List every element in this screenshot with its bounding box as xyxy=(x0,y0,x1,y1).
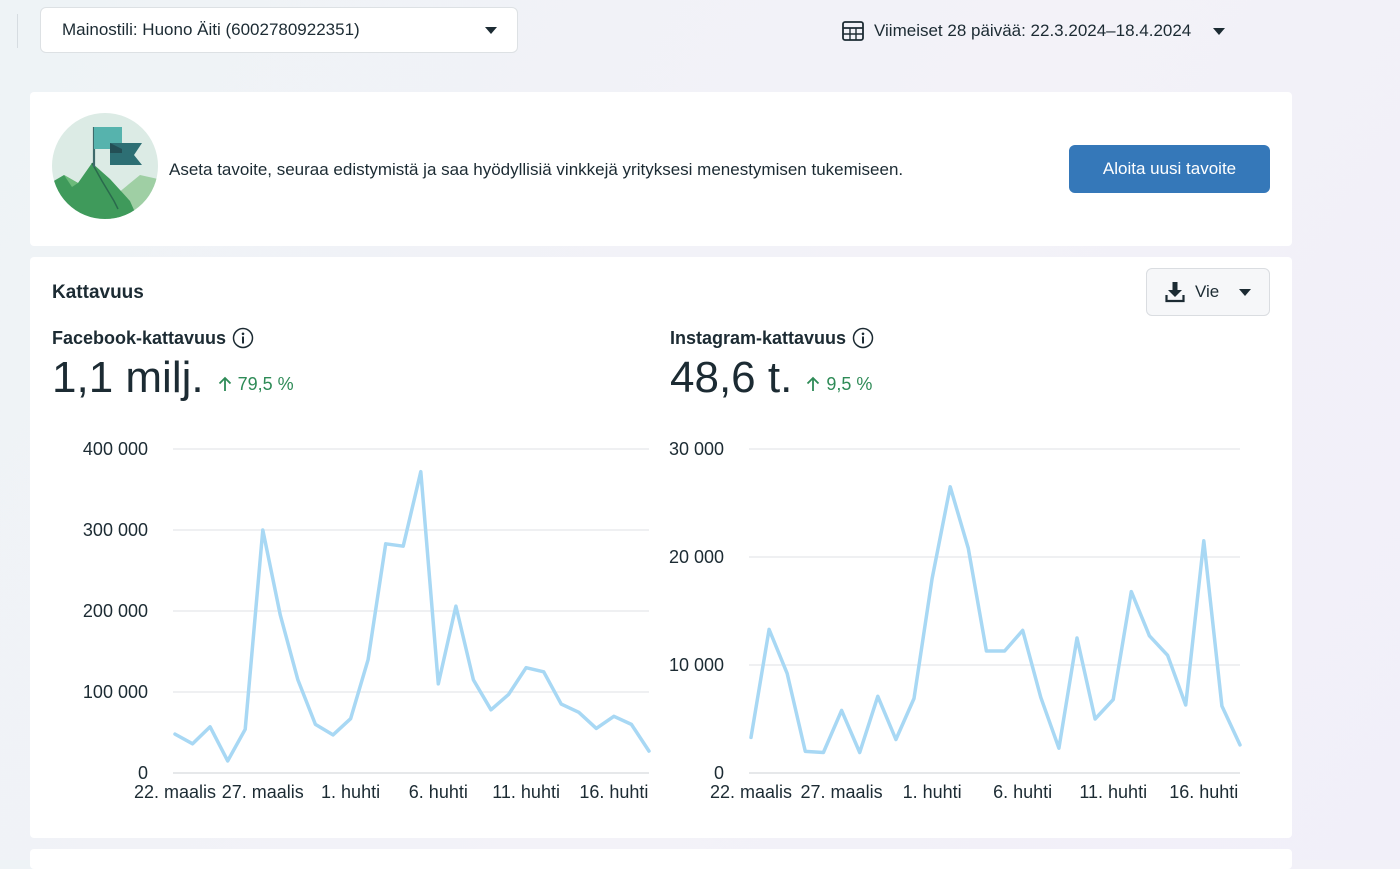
instagram-chart-data-point[interactable] xyxy=(928,575,936,583)
instagram-chart-data-point[interactable] xyxy=(874,692,882,700)
instagram-chart-data-point[interactable] xyxy=(982,647,990,655)
instagram-chart-y-tick-label: 30 000 xyxy=(669,439,724,459)
instagram-chart-x-tick-label: 6. huhti xyxy=(993,782,1052,802)
mountain-flag-illustration xyxy=(52,113,158,219)
instagram-chart-data-point[interactable] xyxy=(1073,634,1081,642)
instagram-chart-data-point[interactable] xyxy=(819,748,827,756)
calendar-icon xyxy=(842,21,864,41)
instagram-chart-data-point[interactable] xyxy=(910,694,918,702)
date-range-picker[interactable]: Viimeiset 28 päivää: 22.3.2024–18.4.2024 xyxy=(842,14,1226,48)
instagram-chart-data-point[interactable] xyxy=(1182,701,1190,709)
instagram-reach-chart: 0 10 000 20 000 30 000 22. maalis 27. maalis 1… xyxy=(669,439,1244,802)
instagram-chart-data-point[interactable] xyxy=(765,625,773,633)
instagram-chart-data-point[interactable] xyxy=(1109,696,1117,704)
instagram-chart-data-point[interactable] xyxy=(1218,702,1226,710)
instagram-chart-data-point[interactable] xyxy=(1145,632,1153,640)
caret-down-icon xyxy=(1213,27,1226,35)
date-range-label: Viimeiset 28 päivää: 22.3.2024–18.4.2024 xyxy=(874,21,1192,40)
instagram-chart-data-point[interactable] xyxy=(892,736,900,744)
instagram-chart-data-point[interactable] xyxy=(1091,715,1099,723)
start-new-goal-button[interactable]: Aloita uusi tavoite xyxy=(1069,145,1270,193)
caret-down-icon xyxy=(485,26,497,34)
ad-account-label: Mainostili: Huono Äiti (6002780922351) xyxy=(62,20,360,39)
instagram-chart-data-point[interactable] xyxy=(747,733,755,741)
instagram-chart-x-tick-label: 11. huhti xyxy=(1079,782,1147,802)
instagram-chart-data-point[interactable] xyxy=(1200,537,1208,545)
instagram-chart-data-point[interactable] xyxy=(946,483,954,491)
instagram-chart-x-tick-label: 1. huhti xyxy=(903,782,962,802)
instagram-chart-data-point[interactable] xyxy=(1236,741,1244,749)
instagram-chart-data-point[interactable] xyxy=(801,747,809,755)
instagram-chart-x-tick-label: 22. maalis xyxy=(710,782,792,802)
instagram-chart-x-tick-label: 16. huhti xyxy=(1169,782,1238,802)
instagram-chart-data-point[interactable] xyxy=(838,706,846,714)
instagram-chart-x-tick-label: 27. maalis xyxy=(801,782,883,802)
toolbar-divider xyxy=(17,14,18,48)
goal-banner-card: Aseta tavoite, seuraa edistymistä ja saa… xyxy=(30,92,1292,246)
instagram-chart-data-point[interactable] xyxy=(1001,647,1009,655)
next-card xyxy=(30,849,1292,869)
instagram-chart-data-point[interactable] xyxy=(1055,744,1063,752)
instagram-chart-data-point[interactable] xyxy=(964,544,972,552)
instagram-chart-y-tick-label: 0 xyxy=(714,763,724,783)
reach-card: Kattavuus Vie Facebook-kattavuus 1,1 mil… xyxy=(30,257,1292,838)
goal-banner-text: Aseta tavoite, seuraa edistymistä ja saa… xyxy=(169,160,904,179)
instagram-chart-data-point[interactable] xyxy=(1037,693,1045,701)
instagram-chart-data-point[interactable] xyxy=(1127,588,1135,596)
ad-account-dropdown[interactable]: Mainostili: Huono Äiti (6002780922351) xyxy=(40,7,518,53)
instagram-chart-data-point[interactable] xyxy=(1019,626,1027,634)
instagram-chart-data-point[interactable] xyxy=(783,670,791,678)
instagram-chart-y-tick-label: 20 000 xyxy=(669,547,724,567)
instagram-chart-data-point[interactable] xyxy=(856,748,864,756)
instagram-chart-y-tick-label: 10 000 xyxy=(669,655,724,675)
instagram-chart-series-line xyxy=(749,485,1242,755)
instagram-chart-data-point[interactable] xyxy=(1164,651,1172,659)
